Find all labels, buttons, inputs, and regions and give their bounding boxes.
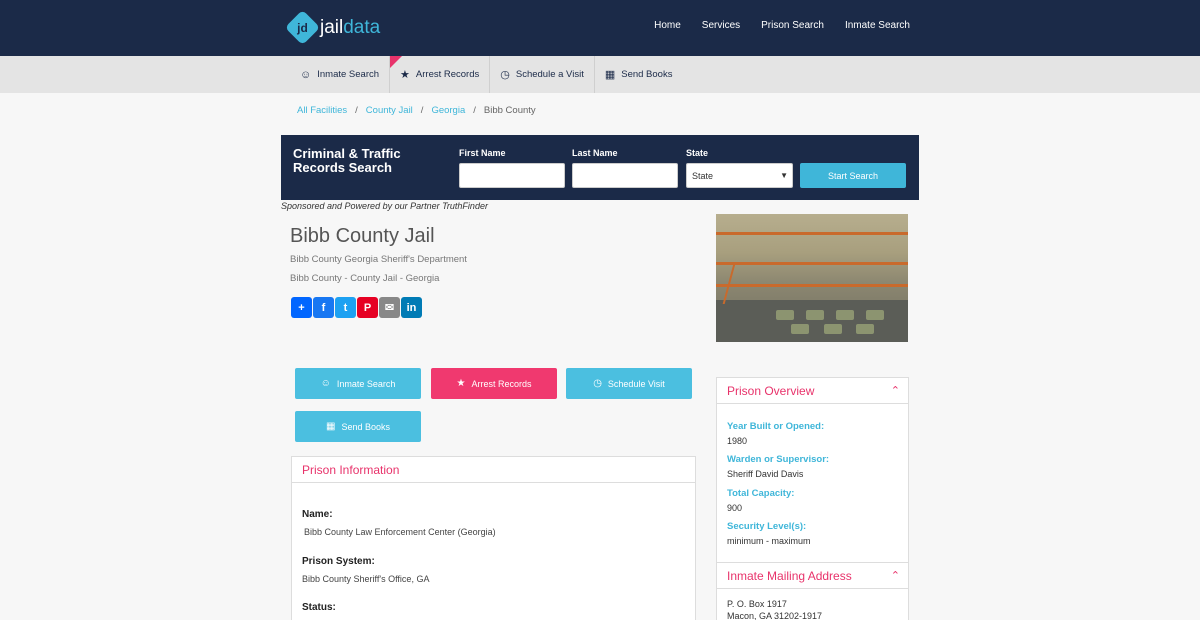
- nav-prison-search[interactable]: Prison Search: [761, 20, 824, 31]
- prison-information-panel: Prison Information Name: Bibb County Law…: [291, 456, 696, 620]
- search-title: Criminal & Traffic Records Search: [293, 146, 401, 175]
- breadcrumb-all-facilities[interactable]: All Facilities: [297, 105, 347, 116]
- book-icon: ▦: [604, 69, 616, 81]
- users-icon: ☺: [300, 68, 312, 81]
- nav-inmate-search[interactable]: Inmate Search: [845, 20, 910, 31]
- breadcrumb-current: Bibb County: [483, 105, 536, 116]
- share-buttons: + f t P ✉ in: [291, 297, 422, 318]
- mailing-address-panel: Inmate Mailing Address ⌃ P. O. Box 1917 …: [716, 562, 909, 620]
- last-name-input[interactable]: [572, 163, 678, 188]
- page-title: Bibb County Jail: [290, 225, 435, 247]
- subnav-inmate-search[interactable]: ☺ Inmate Search: [290, 56, 391, 93]
- logo-text: jaildata: [320, 16, 381, 38]
- year-built-value: 1980: [727, 436, 748, 446]
- state-select[interactable]: State ▼: [686, 163, 793, 188]
- warden-value: Sheriff David Davis: [727, 469, 804, 479]
- secondary-navbar: ☺ Inmate Search ★ Arrest Records ◷ Sched…: [0, 56, 1200, 93]
- subnav-send-books[interactable]: ▦ Send Books: [595, 56, 683, 93]
- nav-services[interactable]: Services: [702, 20, 740, 31]
- email-icon[interactable]: ✉: [379, 297, 400, 318]
- last-name-label: Last Name: [572, 148, 618, 158]
- sponsor-note: Sponsored and Powered by our Partner Tru…: [281, 201, 488, 211]
- jaildata-logo[interactable]: jd jaildata: [284, 9, 381, 46]
- prison-system-value: Bibb County Sheriff's Office, GA: [302, 574, 430, 584]
- prison-overview-panel: Prison Overview ⌃ Year Built or Opened: …: [716, 377, 909, 563]
- breadcrumb-georgia[interactable]: Georgia: [431, 105, 465, 116]
- capacity-value: 900: [727, 503, 743, 513]
- prison-overview-heading[interactable]: Prison Overview ⌃: [717, 378, 908, 404]
- users-icon: ☺: [320, 378, 331, 389]
- clock-icon: ◷: [593, 378, 602, 389]
- subnav-arrest-records[interactable]: ★ Arrest Records: [390, 56, 491, 93]
- star-icon: ★: [456, 378, 466, 389]
- start-search-button[interactable]: Start Search: [800, 163, 906, 188]
- prison-system-label: Prison System:: [302, 556, 375, 567]
- action-schedule-visit-button[interactable]: ◷ Schedule Visit: [566, 368, 692, 399]
- chevron-down-icon: ▼: [780, 171, 788, 180]
- action-arrest-records-button[interactable]: ★ Arrest Records: [431, 368, 557, 399]
- twitter-icon[interactable]: t: [335, 297, 356, 318]
- location-text: Bibb County - County Jail - Georgia: [290, 273, 440, 284]
- mailing-line-2: Macon, GA 31202-1917: [727, 611, 823, 620]
- subnav-schedule-visit[interactable]: ◷ Schedule a Visit: [490, 56, 595, 93]
- logo-badge-icon: jd: [284, 9, 321, 46]
- first-name-label: First Name: [459, 148, 506, 158]
- records-search-box: Criminal & Traffic Records Search First …: [281, 135, 919, 200]
- action-send-books-button[interactable]: ▦ Send Books: [295, 411, 421, 442]
- star-icon: ★: [400, 69, 410, 81]
- breadcrumb-county-jail[interactable]: County Jail: [366, 105, 413, 116]
- book-icon: ▦: [326, 421, 336, 432]
- name-label: Name:: [302, 509, 333, 520]
- linkedin-icon[interactable]: in: [401, 297, 422, 318]
- year-built-label: Year Built or Opened:: [727, 421, 825, 432]
- action-inmate-search-button[interactable]: ☺ Inmate Search: [295, 368, 421, 399]
- capacity-label: Total Capacity:: [727, 488, 795, 499]
- chevron-up-icon[interactable]: ⌃: [891, 384, 900, 397]
- mailing-address-heading[interactable]: Inmate Mailing Address ⌃: [717, 563, 908, 589]
- warden-label: Warden or Supervisor:: [727, 454, 830, 465]
- department-text: Bibb County Georgia Sheriff's Department: [290, 254, 467, 265]
- top-navbar: jd jaildata Home Services Prison Search …: [0, 0, 1200, 56]
- name-value: Bibb County Law Enforcement Center (Geor…: [304, 527, 496, 537]
- jail-interior-photo: [716, 214, 908, 342]
- facebook-icon[interactable]: f: [313, 297, 334, 318]
- clock-icon: ◷: [500, 69, 510, 81]
- nav-home[interactable]: Home: [654, 20, 681, 31]
- status-label: Status:: [302, 602, 336, 613]
- mailing-line-1: P. O. Box 1917: [727, 599, 787, 609]
- state-label: State: [686, 148, 709, 158]
- main-nav: Home Services Prison Search Inmate Searc…: [633, 20, 910, 31]
- chevron-up-icon[interactable]: ⌃: [891, 569, 900, 582]
- security-level-label: Security Level(s):: [727, 521, 807, 532]
- breadcrumb: All Facilities / County Jail / Georgia /…: [297, 105, 536, 116]
- share-plus-icon[interactable]: +: [291, 297, 312, 318]
- security-level-value: minimum - maximum: [727, 536, 811, 546]
- first-name-input[interactable]: [459, 163, 565, 188]
- pinterest-icon[interactable]: P: [357, 297, 378, 318]
- prison-information-heading: Prison Information: [292, 457, 695, 483]
